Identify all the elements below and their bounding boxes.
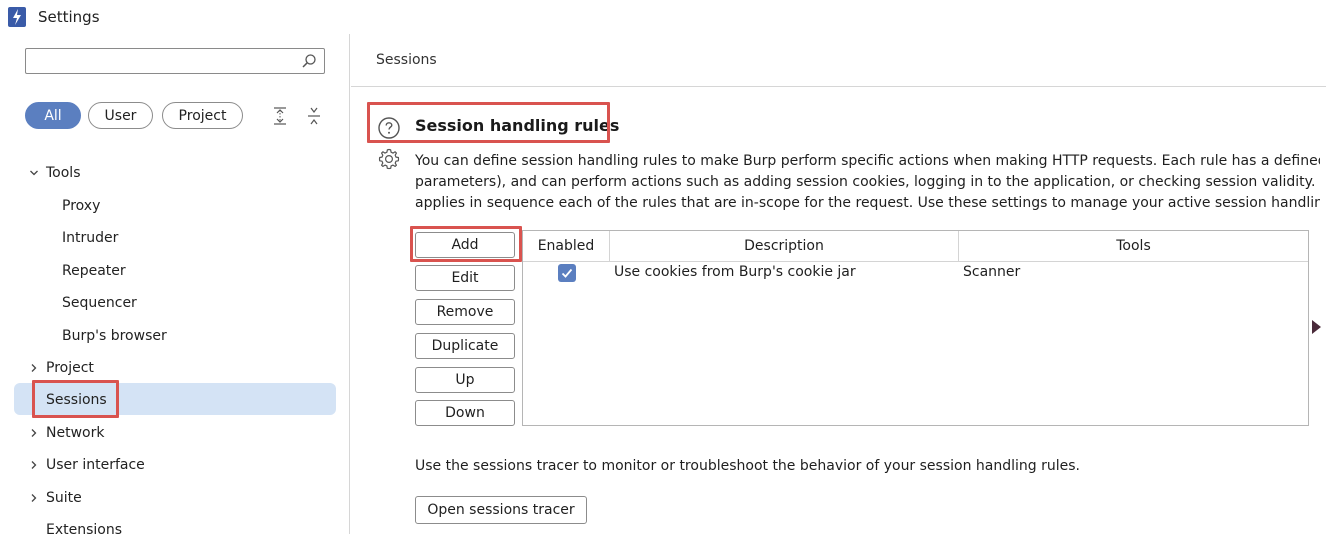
rule-tools-cell: Scanner <box>963 264 1021 280</box>
tree-item-label: Suite <box>46 490 82 506</box>
tree-item-label: Network <box>46 425 105 441</box>
search-input[interactable] <box>30 51 292 71</box>
filter-user-button[interactable]: User <box>88 102 153 129</box>
tree-item-label: Tools <box>46 165 81 181</box>
add-button[interactable]: Add <box>415 232 515 258</box>
title-bar: Settings <box>0 0 1326 34</box>
help-circle-icon[interactable] <box>377 116 401 140</box>
tree-item-label: Burp's browser <box>62 328 167 344</box>
filter-all-button[interactable]: All <box>25 102 81 129</box>
tree-item-user-interface[interactable]: User interface <box>28 453 328 477</box>
tree-item-label: Extensions <box>46 522 123 534</box>
table-row[interactable]: Use cookies from Burp's cookie jar Scann… <box>523 262 1308 288</box>
chevron-right-icon <box>31 461 37 469</box>
section-title: Session handling rules <box>415 116 620 135</box>
tree-item-label: Proxy <box>62 198 101 214</box>
column-header-tools[interactable]: Tools <box>959 231 1308 262</box>
enabled-checkbox[interactable] <box>558 264 576 282</box>
filter-project-button[interactable]: Project <box>162 102 243 129</box>
chevron-right-icon <box>31 494 37 502</box>
tree-item-label: Sequencer <box>62 295 137 311</box>
remove-button[interactable]: Remove <box>415 299 515 325</box>
tree-item-label: Project <box>46 360 94 376</box>
tree-item-project[interactable]: Project <box>28 356 328 380</box>
tree-item-suite[interactable]: Suite <box>28 486 328 510</box>
expand-all-icon[interactable] <box>272 107 288 125</box>
tracer-description: Use the sessions tracer to monitor or tr… <box>415 458 1080 474</box>
column-header-enabled[interactable]: Enabled <box>523 231 610 262</box>
tree-item-label: User interface <box>46 457 145 473</box>
edit-button[interactable]: Edit <box>415 265 515 291</box>
column-header-description[interactable]: Description <box>610 231 959 262</box>
check-icon <box>561 268 573 278</box>
search-icon[interactable] <box>301 53 317 69</box>
chevron-right-icon <box>31 364 37 372</box>
settings-navigation: All User Project Tools Proxy Intruder Re… <box>0 34 350 534</box>
burp-lightning-icon <box>8 7 26 27</box>
window-title: Settings <box>38 8 100 26</box>
rule-description-cell: Use cookies from Burp's cookie jar <box>614 264 856 280</box>
duplicate-button[interactable]: Duplicate <box>415 333 515 359</box>
open-sessions-tracer-button[interactable]: Open sessions tracer <box>415 496 587 524</box>
down-button[interactable]: Down <box>415 400 515 426</box>
tree-item-tools[interactable]: Tools <box>28 161 328 185</box>
tree-item-label: Sessions <box>46 392 107 408</box>
table-header: Enabled Description Tools <box>523 231 1308 262</box>
search-field[interactable] <box>25 48 325 74</box>
session-rules-table: Enabled Description Tools Use cookies fr… <box>522 230 1309 426</box>
chevron-right-icon <box>31 429 37 437</box>
header-divider <box>351 86 1326 87</box>
tree-item-label: Intruder <box>62 230 119 246</box>
breadcrumb: Sessions <box>376 52 437 68</box>
gear-icon[interactable] <box>377 147 401 171</box>
collapse-all-icon[interactable] <box>306 107 322 125</box>
scroll-right-arrow-icon[interactable] <box>1312 320 1321 334</box>
section-description: You can define session handling rules to… <box>415 151 1320 214</box>
tree-item-label: Repeater <box>62 263 126 279</box>
description-line: applies in sequence each of the rules th… <box>415 195 1320 211</box>
tree-item-network[interactable]: Network <box>28 421 328 445</box>
up-button[interactable]: Up <box>415 367 515 393</box>
description-line: parameters), and can perform actions suc… <box>415 174 1320 190</box>
chevron-down-icon <box>30 170 38 176</box>
description-line: You can define session handling rules to… <box>415 153 1320 169</box>
